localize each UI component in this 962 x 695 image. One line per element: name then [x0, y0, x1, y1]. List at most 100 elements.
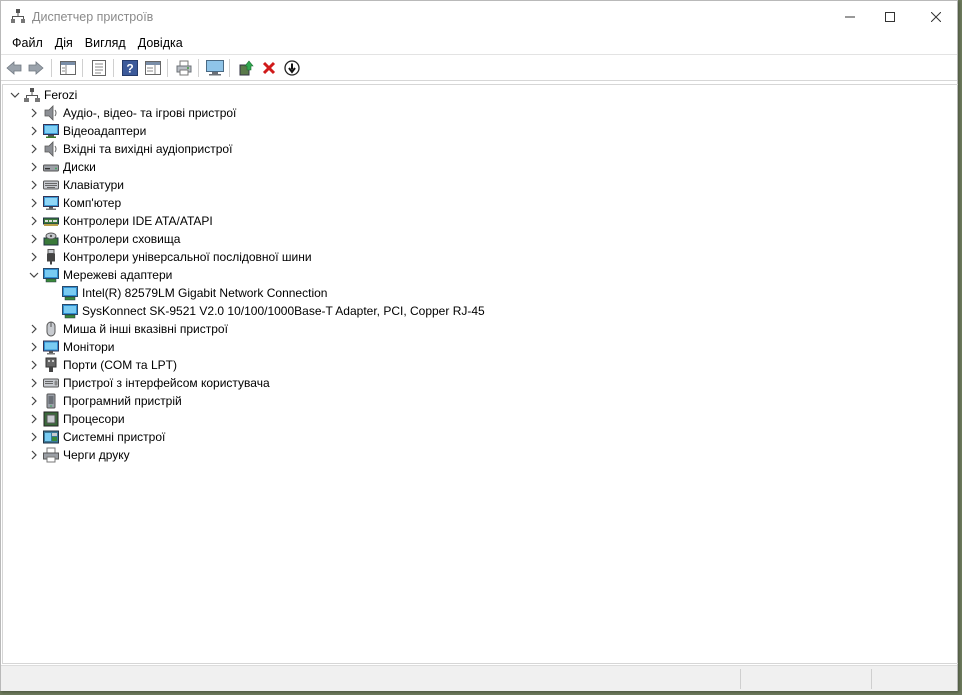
svg-text:?: ? [126, 62, 133, 76]
close-icon [931, 11, 941, 22]
print-icon [176, 60, 192, 76]
category-label: Контролери IDE ATA/ATAPI [63, 214, 213, 228]
toolbar-separator [113, 59, 114, 77]
chevron-right-icon[interactable] [28, 377, 40, 389]
uninstall-device-button[interactable] [259, 58, 279, 78]
chevron-right-icon[interactable] [28, 215, 40, 227]
device-label: SysKonnect SK-9521 V2.0 10/100/1000Base-… [82, 304, 485, 318]
chevron-down-icon[interactable] [28, 269, 40, 281]
tree-category-mice[interactable]: Миша й інші вказівні пристрої [28, 320, 228, 338]
scan-hardware-changes-button[interactable] [205, 58, 225, 78]
tree-category-network-adapters[interactable]: Мережеві адаптери [28, 266, 172, 284]
status-bar-separator [740, 669, 741, 689]
monitor-icon [43, 339, 59, 355]
maximize-button[interactable] [867, 1, 913, 32]
chevron-right-icon[interactable] [28, 197, 40, 209]
chevron-right-icon[interactable] [28, 413, 40, 425]
update-driver-button[interactable] [236, 58, 256, 78]
storage-controller-icon [43, 231, 59, 247]
processor-icon [43, 411, 59, 427]
tree-category-ports[interactable]: Порти (COM та LPT) [28, 356, 177, 374]
computer-icon [43, 195, 59, 211]
network-adapter-icon [43, 267, 59, 283]
tree-category-ide-controllers[interactable]: Контролери IDE ATA/ATAPI [28, 212, 213, 230]
hid-icon [43, 375, 59, 391]
keyboard-icon [43, 177, 59, 193]
tree-category-software-devices[interactable]: Програмний пристрій [28, 392, 182, 410]
chevron-right-icon[interactable] [28, 395, 40, 407]
category-label: Процесори [63, 412, 125, 426]
back-button[interactable] [4, 58, 24, 78]
status-bar-separator [871, 669, 872, 689]
tree-category-audio-video-game[interactable]: Аудіо-, відео- та ігрові пристрої [28, 104, 236, 122]
category-label: Мережеві адаптери [63, 268, 173, 282]
status-bar [1, 665, 957, 691]
action-pane-button[interactable] [143, 58, 163, 78]
category-label: Контролери універсальної послідовної шин… [63, 250, 312, 264]
tree-category-hid-devices[interactable]: Пристрої з інтерфейсом користувача [28, 374, 270, 392]
show-hide-console-tree-button[interactable] [58, 58, 78, 78]
tree-category-monitors[interactable]: Монітори [28, 338, 115, 356]
chevron-right-icon[interactable] [28, 125, 40, 137]
category-label: Програмний пристрій [63, 394, 182, 408]
tree-device-syskonnect-sk-9521[interactable]: SysKonnect SK-9521 V2.0 10/100/1000Base-… [62, 302, 485, 320]
chevron-right-icon[interactable] [28, 107, 40, 119]
chevron-right-icon[interactable] [28, 449, 40, 461]
category-label: Контролери сховища [63, 232, 181, 246]
tree-category-audio-inputs-outputs[interactable]: Вхідні та вихідні аудіопристрої [28, 140, 232, 158]
close-button[interactable] [913, 1, 959, 32]
menu-bar: Файл Дія Вигляд Довідка [1, 32, 957, 54]
category-label: Миша й інші вказівні пристрої [63, 322, 228, 336]
menu-help[interactable]: Довідка [132, 34, 189, 52]
chevron-right-icon[interactable] [28, 179, 40, 191]
category-label: Пристрої з інтерфейсом користувача [63, 376, 270, 390]
tree-category-print-queues[interactable]: Черги друку [28, 446, 130, 464]
disk-drive-icon [43, 159, 59, 175]
tree-device-intel-82579lm[interactable]: Intel(R) 82579LM Gigabit Network Connect… [62, 284, 327, 302]
device-label: Intel(R) 82579LM Gigabit Network Connect… [82, 286, 328, 300]
menu-action[interactable]: Дія [49, 34, 79, 52]
network-adapter-icon [62, 285, 78, 301]
menu-file[interactable]: Файл [6, 34, 49, 52]
tree-category-usb-controllers[interactable]: Контролери універсальної послідовної шин… [28, 248, 312, 266]
category-label: Системні пристрої [63, 430, 166, 444]
help-button[interactable]: ? [120, 58, 140, 78]
disable-device-icon [284, 60, 300, 76]
print-button[interactable] [174, 58, 194, 78]
chevron-right-icon[interactable] [28, 341, 40, 353]
chevron-right-icon[interactable] [28, 143, 40, 155]
tree-category-display-adapters[interactable]: Відеоадаптери [28, 122, 146, 140]
chevron-right-icon[interactable] [28, 323, 40, 335]
category-label: Аудіо-, відео- та ігрові пристрої [63, 106, 237, 120]
tree-category-disk-drives[interactable]: Диски [28, 158, 96, 176]
category-label: Монітори [63, 340, 115, 354]
root-label: Ferozi [44, 88, 78, 102]
chevron-right-icon[interactable] [28, 161, 40, 173]
properties-button[interactable] [89, 58, 109, 78]
category-label: Відеоадаптери [63, 124, 147, 138]
tree-root-node[interactable]: Ferozi [9, 86, 77, 104]
minimize-icon [845, 16, 855, 17]
toolbar: ? [1, 54, 957, 81]
forward-button[interactable] [26, 58, 46, 78]
tree-category-computer[interactable]: Комп'ютер [28, 194, 121, 212]
category-label: Клавіатури [63, 178, 124, 192]
tree-category-storage-controllers[interactable]: Контролери сховища [28, 230, 180, 248]
chevron-right-icon[interactable] [28, 359, 40, 371]
tree-category-keyboards[interactable]: Клавіатури [28, 176, 124, 194]
category-label: Диски [63, 160, 96, 174]
chevron-right-icon[interactable] [28, 431, 40, 443]
tree-category-processors[interactable]: Процесори [28, 410, 125, 428]
category-label: Порти (COM та LPT) [63, 358, 177, 372]
disable-device-button[interactable] [282, 58, 302, 78]
maximize-icon [885, 11, 895, 22]
chevron-right-icon[interactable] [28, 233, 40, 245]
chevron-down-icon[interactable] [9, 89, 21, 101]
tree-category-system-devices[interactable]: Системні пристрої [28, 428, 165, 446]
menu-view[interactable]: Вигляд [79, 34, 132, 52]
chevron-right-icon[interactable] [28, 251, 40, 263]
toolbar-separator [229, 59, 230, 77]
category-label: Комп'ютер [63, 196, 122, 210]
console-tree-icon [60, 61, 76, 75]
back-arrow-icon [6, 61, 22, 75]
